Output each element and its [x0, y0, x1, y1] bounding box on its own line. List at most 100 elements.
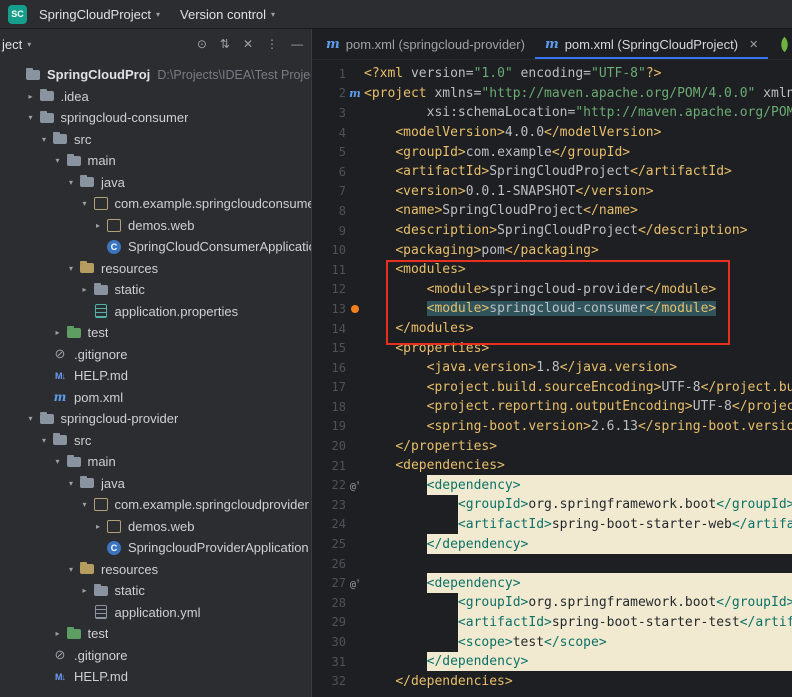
tree-item-springcloudconsumerapplication[interactable]: SpringCloudConsumerApplication [0, 236, 311, 258]
chevron-open-icon[interactable]: ▾ [51, 156, 65, 165]
version-control-button[interactable]: Version control ▾ [172, 4, 283, 25]
chevron-open-icon[interactable]: ▾ [64, 178, 78, 187]
code-line-28[interactable]: 28 <groupId>org.springframework.boot</gr… [312, 593, 792, 613]
chevron-closed-icon[interactable]: ▸ [51, 629, 65, 638]
tree-item-springcloudproject[interactable]: SpringCloudProjectD:\Projects\IDEA\Test … [0, 64, 311, 86]
code-editor[interactable]: 1<?xml version="1.0" encoding="UTF-8"?>2… [312, 60, 792, 697]
collapse-all-icon[interactable]: ✕ [243, 37, 253, 51]
chevron-open-icon[interactable]: ▾ [24, 414, 38, 423]
tab-partial-spring-file[interactable] [771, 29, 792, 59]
code-line-27[interactable]: 27@ <dependency> [312, 573, 792, 593]
tree-item-springcloudproviderapplication[interactable]: SpringcloudProviderApplication [0, 537, 311, 559]
code-line-8[interactable]: 8 <name>SpringCloudProject</name> [312, 201, 792, 221]
project-toolwindow: ject ▾ ⊙ ⇅ ✕ ⋮ — SpringCloudProjectD:\Pr… [0, 29, 312, 697]
tree-item-springcloud-provider[interactable]: ▾springcloud-provider [0, 408, 311, 430]
chevron-closed-icon[interactable]: ▸ [78, 285, 92, 294]
code-line-15[interactable]: 15 <properties> [312, 338, 792, 358]
tree-item-com.example.springcloudconsumer[interactable]: ▾com.example.springcloudconsumer [0, 193, 311, 215]
code-line-11[interactable]: 11 <modules> [312, 260, 792, 280]
code-line-20[interactable]: 20 </properties> [312, 436, 792, 456]
code-line-24[interactable]: 24 <artifactId>spring-boot-starter-web</… [312, 515, 792, 535]
tree-item-static[interactable]: ▸static [0, 580, 311, 602]
code-line-14[interactable]: 14 </modules> [312, 319, 792, 339]
tree-item-resources[interactable]: ▾resources [0, 258, 311, 280]
class-icon [105, 239, 123, 255]
code-line-2[interactable]: 2m<project xmlns="http://maven.apache.or… [312, 84, 792, 104]
chevron-closed-icon[interactable]: ▸ [91, 221, 105, 230]
code-line-32[interactable]: 32 </dependencies> [312, 671, 792, 691]
code-line-12[interactable]: 12 <module>springcloud-provider</module> [312, 280, 792, 300]
tree-item-test[interactable]: ▸test [0, 322, 311, 344]
code-line-3[interactable]: 3 xsi:schemaLocation="http://maven.apach… [312, 103, 792, 123]
chevron-open-icon[interactable]: ▾ [64, 479, 78, 488]
chevron-open-icon[interactable]: ▾ [37, 436, 51, 445]
tree-item-src[interactable]: ▾src [0, 430, 311, 452]
tree-item-help.md[interactable]: HELP.md [0, 365, 311, 387]
chevron-open-icon[interactable]: ▾ [64, 264, 78, 273]
project-view-dropdown[interactable]: ject ▾ [2, 37, 31, 52]
tab-pom-springcloudproject[interactable]: m pom.xml (SpringCloudProject) ✕ [535, 29, 768, 59]
tree-item-pom.xml[interactable]: pom.xml [0, 387, 311, 409]
chevron-open-icon[interactable]: ▾ [78, 199, 92, 208]
line-number: 18 [312, 400, 346, 414]
code-line-5[interactable]: 5 <groupId>com.example</groupId> [312, 142, 792, 162]
expand-all-icon[interactable]: ⇅ [220, 37, 230, 51]
code-line-22[interactable]: 22@ <dependency> [312, 475, 792, 495]
tab-pom-springcloud-provider[interactable]: m pom.xml (springcloud-provider) [316, 29, 535, 59]
hide-panel-icon[interactable]: — [291, 37, 303, 51]
tree-item-com.example.springcloudprovider[interactable]: ▾com.example.springcloudprovider [0, 494, 311, 516]
code-line-23[interactable]: 23 <groupId>org.springframework.boot</gr… [312, 495, 792, 515]
tree-item-help.md[interactable]: HELP.md [0, 666, 311, 688]
tree-item-main[interactable]: ▾main [0, 150, 311, 172]
chevron-open-icon[interactable]: ▾ [37, 135, 51, 144]
tree-item-.gitignore[interactable]: .gitignore [0, 645, 311, 667]
tree-item-application.yml[interactable]: application.yml [0, 602, 311, 624]
tree-item-main[interactable]: ▾main [0, 451, 311, 473]
tree-item-java[interactable]: ▾java [0, 172, 311, 194]
chevron-closed-icon[interactable]: ▸ [91, 522, 105, 531]
code-line-26[interactable]: 26 [312, 554, 792, 574]
code-line-6[interactable]: 6 <artifactId>SpringCloudProject</artifa… [312, 162, 792, 182]
dependency-gutter-icon[interactable]: @ [346, 577, 364, 590]
tree-item-.gitignore[interactable]: .gitignore [0, 344, 311, 366]
tree-item-test[interactable]: ▸test [0, 623, 311, 645]
tree-item-springcloud-consumer[interactable]: ▾springcloud-consumer [0, 107, 311, 129]
tree-item-.idea[interactable]: ▸.idea [0, 86, 311, 108]
tree-item-java[interactable]: ▾java [0, 473, 311, 495]
select-opened-file-icon[interactable]: ⊙ [197, 37, 207, 51]
code-line-13[interactable]: 13 <module>springcloud-consumer</module> [312, 299, 792, 319]
chevron-closed-icon[interactable]: ▸ [78, 586, 92, 595]
code-line-16[interactable]: 16 <java.version>1.8</java.version> [312, 358, 792, 378]
code-line-1[interactable]: 1<?xml version="1.0" encoding="UTF-8"?> [312, 64, 792, 84]
tree-item-demos.web[interactable]: ▸demos.web [0, 215, 311, 237]
chevron-closed-icon[interactable]: ▸ [51, 328, 65, 337]
chevron-open-icon[interactable]: ▾ [64, 565, 78, 574]
close-tab-icon[interactable]: ✕ [749, 38, 758, 51]
code-line-10[interactable]: 10 <packaging>pom</packaging> [312, 240, 792, 260]
chevron-closed-icon[interactable]: ▸ [24, 92, 38, 101]
chevron-open-icon[interactable]: ▾ [51, 457, 65, 466]
tree-item-src[interactable]: ▾src [0, 129, 311, 151]
tree-item-resources[interactable]: ▾resources [0, 559, 311, 581]
dependency-gutter-icon[interactable]: @ [346, 479, 364, 492]
tree-item-application.properties[interactable]: application.properties [0, 301, 311, 323]
tree-item-static[interactable]: ▸static [0, 279, 311, 301]
code-line-9[interactable]: 9 <description>SpringCloudProject</descr… [312, 221, 792, 241]
code-line-7[interactable]: 7 <version>0.0.1-SNAPSHOT</version> [312, 182, 792, 202]
code-line-21[interactable]: 21 <dependencies> [312, 456, 792, 476]
code-line-4[interactable]: 4 <modelVersion>4.0.0</modelVersion> [312, 123, 792, 143]
code-line-30[interactable]: 30 <scope>test</scope> [312, 632, 792, 652]
code-line-18[interactable]: 18 <project.reporting.outputEncoding>UTF… [312, 397, 792, 417]
more-options-icon[interactable]: ⋮ [266, 37, 278, 51]
maven-gutter-icon[interactable]: m [346, 87, 364, 100]
chevron-open-icon[interactable]: ▾ [24, 113, 38, 122]
tree-item-demos.web[interactable]: ▸demos.web [0, 516, 311, 538]
code-line-25[interactable]: 25 </dependency> [312, 534, 792, 554]
code-line-31[interactable]: 31 </dependency> [312, 652, 792, 672]
chevron-open-icon[interactable]: ▾ [78, 500, 92, 509]
code-line-17[interactable]: 17 <project.build.sourceEncoding>UTF-8</… [312, 378, 792, 398]
code-line-19[interactable]: 19 <spring-boot.version>2.6.13</spring-b… [312, 417, 792, 437]
bookmark-gutter-icon[interactable] [346, 305, 364, 313]
project-selector-button[interactable]: SpringCloudProject ▾ [31, 4, 168, 25]
code-line-29[interactable]: 29 <artifactId>spring-boot-starter-test<… [312, 613, 792, 633]
